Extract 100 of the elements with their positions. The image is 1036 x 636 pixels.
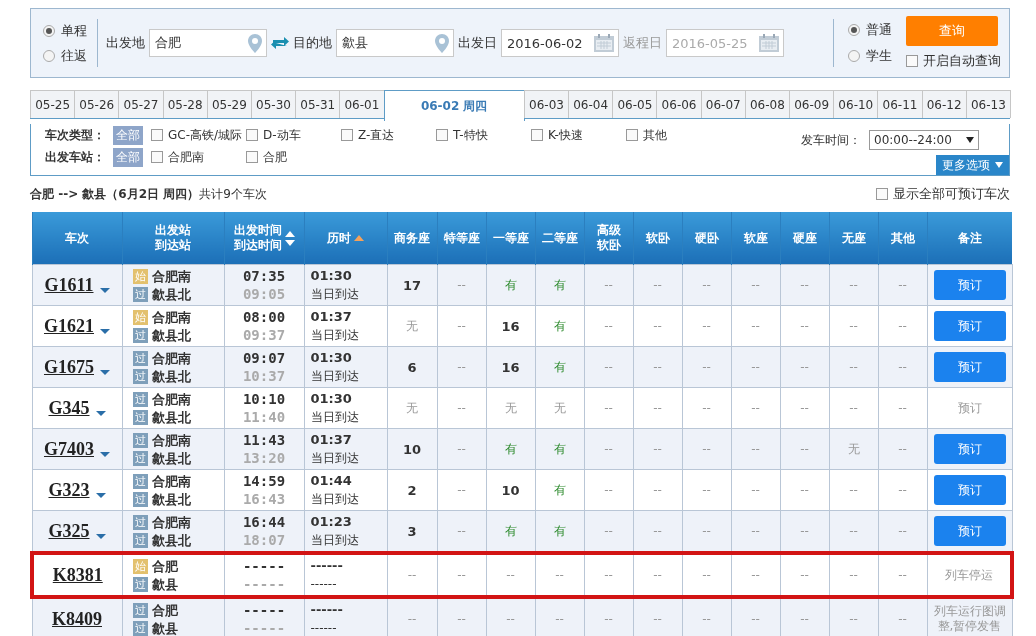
book-button[interactable]: 预订 [933,270,1006,300]
caret-icon[interactable] [95,492,106,498]
seat-availability: -- [702,483,711,497]
caret-icon[interactable] [100,451,110,457]
seat-availability: -- [653,442,662,456]
station-badge: 过 [132,450,148,466]
time-select[interactable]: 00:00--24:00 [869,130,979,150]
book-button[interactable]: 预订 [933,516,1006,546]
date-tab[interactable]: 06-08 [744,90,790,118]
caret-icon[interactable] [99,287,110,293]
caret-icon [995,162,1003,168]
checkbox[interactable] [626,129,638,141]
date-tab[interactable]: 06-05 [612,90,658,118]
column-header[interactable]: 历时 [304,212,387,265]
date-tab[interactable]: 05-29 [206,90,252,118]
book-button[interactable]: 预订 [933,311,1006,341]
checkbox[interactable] [531,129,543,141]
date-tab[interactable]: 06-03 [523,90,570,118]
date-tab[interactable]: 05-27 [118,90,164,118]
sort-down-icon[interactable] [284,239,295,246]
seat-availability: -- [898,278,907,292]
field-label: 出发地 [106,34,145,52]
caret-icon[interactable] [95,410,106,416]
sort-up-icon[interactable] [354,235,364,241]
checkbox[interactable] [876,188,888,200]
checkbox[interactable] [341,129,353,141]
date-tab[interactable]: 06-02 周四 [383,90,525,121]
duration: 01:44 [310,472,352,490]
date-tab[interactable]: 06-04 [568,90,614,118]
radio-button[interactable] [848,24,860,36]
date-tab[interactable]: 06-01 [339,90,385,118]
seat-availability: -- [800,612,809,626]
column-header: 硬座 [780,212,829,265]
checkbox[interactable] [246,129,258,141]
date-tab[interactable]: 06-13 [965,90,1011,118]
radio-button[interactable] [848,50,860,62]
date-field[interactable]: 2016-06-02 [501,29,619,57]
column-header: 无座 [829,212,878,265]
date-tab[interactable]: 05-30 [250,90,297,118]
checkbox[interactable] [906,55,918,67]
checkbox-label: 合肥 [263,148,287,166]
station-name: 合肥南 [151,431,191,449]
book-button[interactable]: 预订 [933,352,1006,382]
seat-availability: 无 [504,400,517,415]
date-tab[interactable]: 06-06 [656,90,702,118]
field-label: 目的地 [293,34,332,52]
date-tab[interactable]: 05-28 [162,90,208,118]
book-button[interactable]: 预订 [933,434,1006,464]
arrival-day: 当日到达 [310,367,359,385]
seat-availability: -- [898,319,907,333]
arrival-time: 16:43 [242,490,286,508]
station-name: 歙县北 [151,367,191,385]
book-button[interactable]: 预订 [933,475,1006,505]
station-badge: 过 [132,620,148,636]
departure-time: ----- [242,601,286,619]
seat-availability: -- [604,568,613,582]
station-badge: 始 [132,268,148,284]
arrival-day: ------ [310,575,337,593]
seat-availability: -- [751,568,760,582]
checkbox[interactable] [151,129,163,141]
more-options-button[interactable]: 更多选项 [936,155,1009,175]
seat-availability: 无 [847,441,860,456]
seat-availability: 10 [501,482,520,498]
arrival-day: ------ [310,619,337,636]
seat-availability: 3 [407,523,417,539]
seat-availability: 17 [402,277,422,293]
date-tab[interactable]: 05-26 [74,90,120,118]
departure-time: 10:10 [242,390,286,408]
date-tab[interactable]: 06-10 [833,90,879,118]
station-badge: 过 [132,391,148,407]
date-tab[interactable]: 06-12 [921,90,967,118]
station-name: 合肥 [151,601,178,619]
seat-availability: -- [898,442,907,456]
input-field[interactable]: 歙县 [336,29,454,57]
seat-availability: -- [898,568,907,582]
checkbox[interactable] [151,151,163,163]
date-tab[interactable]: 06-09 [789,90,835,118]
station-badge: 过 [132,350,148,366]
checkbox-label: GC-高铁/城际 [168,126,243,144]
seat-availability: -- [702,401,711,415]
station-name: 合肥 [151,557,178,575]
radio-button[interactable] [43,49,55,62]
date-tab[interactable]: 06-07 [700,90,746,118]
station-name: 歙县北 [151,326,191,344]
date-tab[interactable]: 06-11 [877,90,923,118]
input-field[interactable]: 合肥 [149,29,267,57]
seat-availability: -- [457,319,466,333]
seat-availability: 有 [553,277,566,292]
checkbox[interactable] [436,129,448,141]
column-header[interactable]: 出发时间 到达时间 [224,212,304,265]
date-tab[interactable]: 05-31 [295,90,341,118]
station-name: 歙县北 [151,449,191,467]
date-tab[interactable]: 05-25 [30,90,76,118]
caret-icon[interactable] [95,533,106,539]
radio-button[interactable] [43,24,55,37]
caret-icon[interactable] [100,328,110,334]
checkbox[interactable] [246,151,258,163]
seat-availability: -- [702,442,711,456]
column-header: 其他 [878,212,927,265]
caret-icon[interactable] [100,369,110,375]
